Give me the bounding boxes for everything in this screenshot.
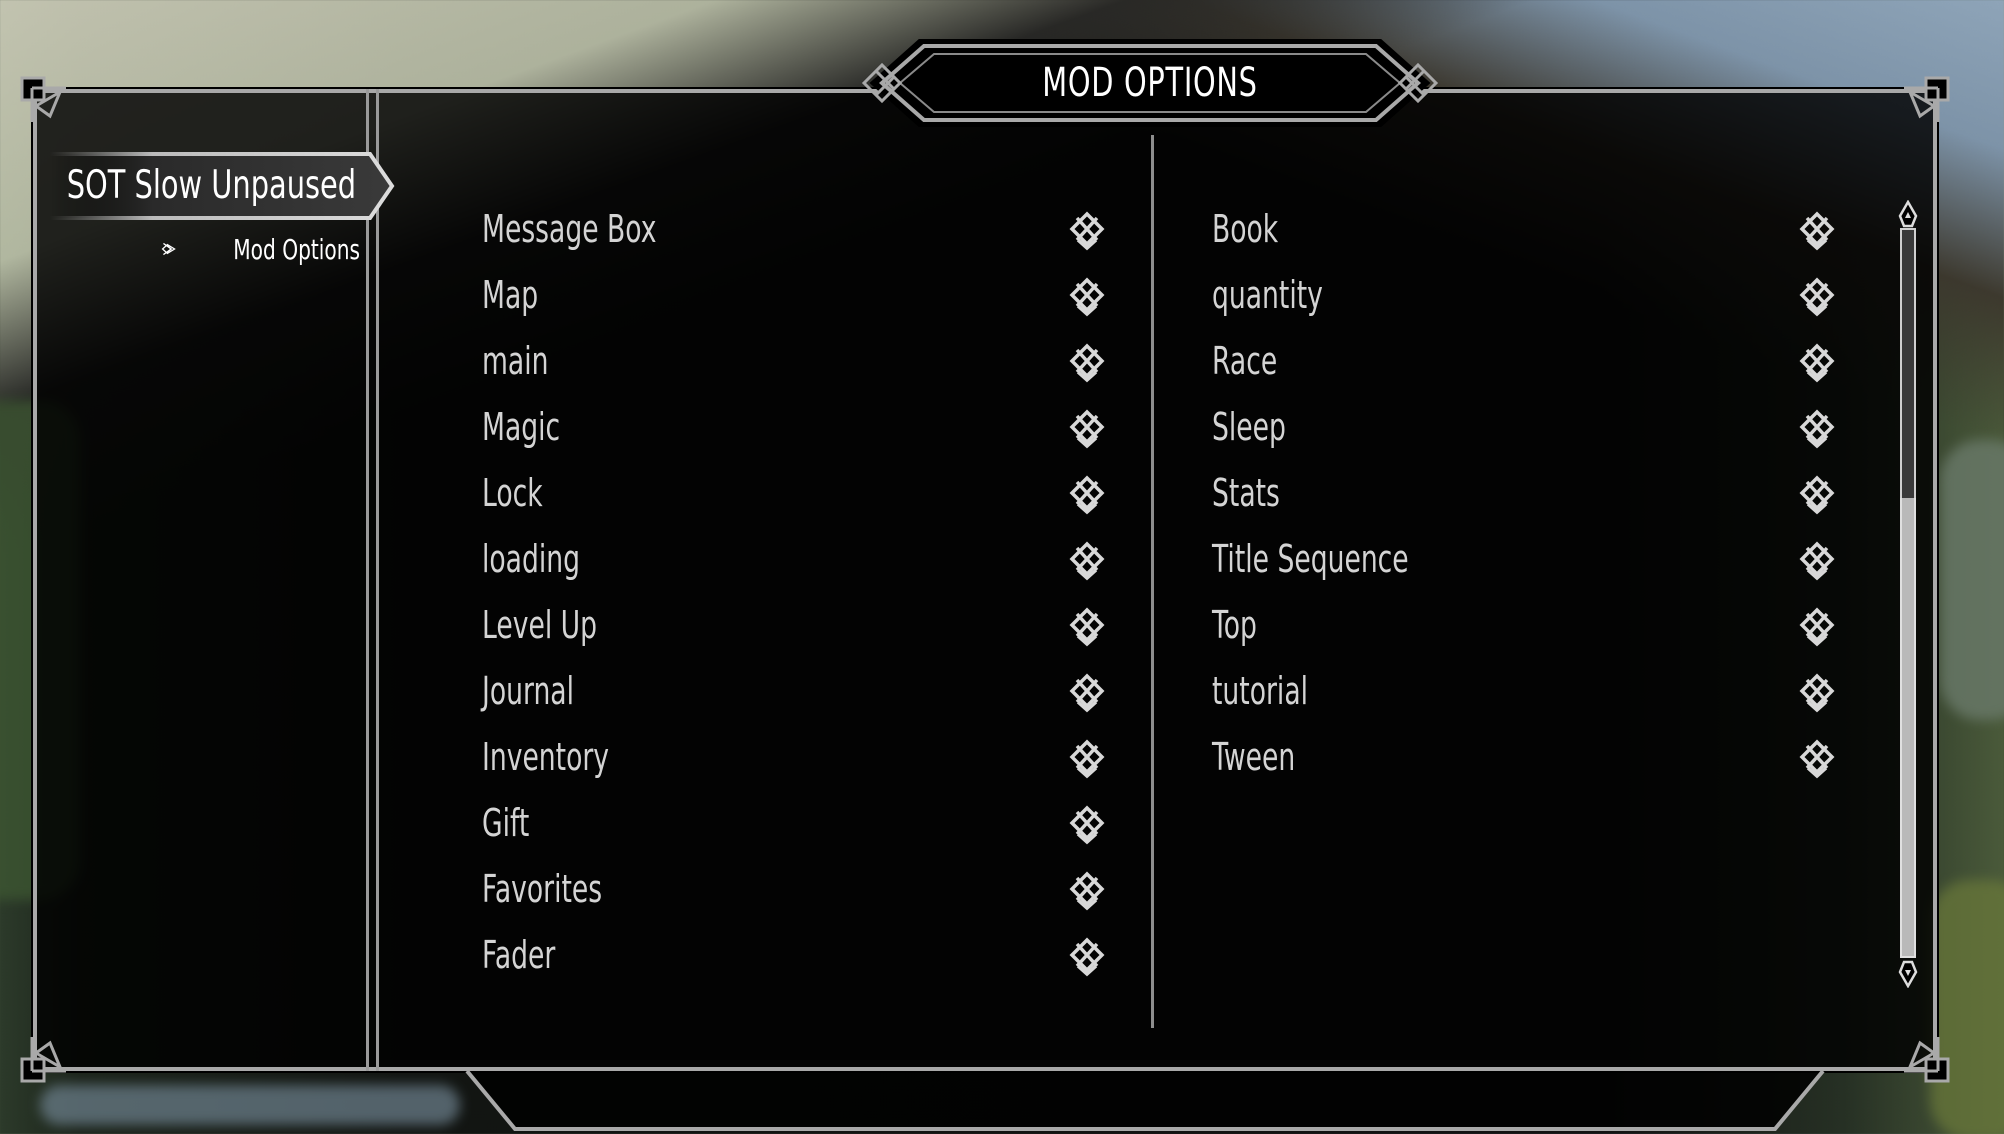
background-streak <box>40 1085 460 1125</box>
option-label: Inventory <box>482 735 610 779</box>
knot-diamond-icon <box>1799 607 1835 647</box>
option-label: Top <box>1212 603 1257 647</box>
knot-diamond-icon <box>1069 541 1105 581</box>
option-row-inventory[interactable]: Inventory <box>482 724 1112 790</box>
option-label: Favorites <box>482 867 603 911</box>
option-row-top[interactable]: Top <box>1212 592 1842 658</box>
knot-diamond-icon <box>1799 475 1835 515</box>
mod-list-item-selected[interactable]: SOT Slow Unpaused <box>50 150 396 222</box>
knot-diamond-icon <box>1069 475 1105 515</box>
option-row-tween[interactable]: Tween <box>1212 724 1842 790</box>
option-row-loading[interactable]: loading <box>482 526 1112 592</box>
option-label: tutorial <box>1212 669 1309 713</box>
option-label: Fader <box>482 933 556 977</box>
background-streak <box>1940 440 2004 720</box>
page-title: MOD OPTIONS <box>1042 60 1258 106</box>
knot-diamond-icon <box>1799 673 1835 713</box>
option-label: Message Box <box>482 207 657 251</box>
option-label: quantity <box>1212 273 1323 317</box>
knot-diamond-icon <box>1069 277 1105 317</box>
knot-diamond-icon <box>1799 277 1835 317</box>
knot-diamond-icon <box>1069 805 1105 845</box>
knot-diamond-icon <box>1069 871 1105 911</box>
knot-diamond-icon <box>1069 607 1105 647</box>
knot-diamond-icon <box>1799 739 1835 779</box>
option-label: Tween <box>1212 735 1296 779</box>
option-row-tutorial[interactable]: tutorial <box>1212 658 1842 724</box>
knot-diamond-icon <box>1799 211 1835 251</box>
knot-diamond-icon <box>1799 343 1835 383</box>
option-row-map[interactable]: Map <box>482 262 1112 328</box>
knot-diamond-icon <box>1069 739 1105 779</box>
knot-diamond-icon <box>1069 937 1105 977</box>
bottom-frame-extension <box>465 1071 1825 1131</box>
option-label: Magic <box>482 405 561 449</box>
scrollbar[interactable] <box>1898 200 1918 990</box>
option-label: Title Sequence <box>1212 537 1409 581</box>
option-row-message-box[interactable]: Message Box <box>482 196 1112 262</box>
knot-diamond-icon <box>1069 409 1105 449</box>
corner-ornament-icon <box>20 1037 66 1083</box>
option-label: Gift <box>482 801 530 845</box>
knot-diamond-icon <box>1799 541 1835 581</box>
corner-ornament-icon <box>1904 76 1950 122</box>
option-label: Book <box>1212 207 1279 251</box>
option-row-stats[interactable]: Stats <box>1212 460 1842 526</box>
knot-diamond-icon <box>1069 343 1105 383</box>
option-row-level-up[interactable]: Level Up <box>482 592 1112 658</box>
option-label: Lock <box>482 471 543 515</box>
scroll-thumb[interactable] <box>1900 228 1916 498</box>
sidebar-divider <box>376 89 379 1071</box>
option-row-quantity[interactable]: quantity <box>1212 262 1842 328</box>
knot-diamond-icon <box>1069 673 1105 713</box>
selected-mod-name: SOT Slow Unpaused <box>66 163 356 208</box>
option-row-gift[interactable]: Gift <box>482 790 1112 856</box>
option-row-journal[interactable]: Journal <box>482 658 1112 724</box>
option-row-magic[interactable]: Magic <box>482 394 1112 460</box>
options-column-left: Message Box Map main Magic Lock loading … <box>482 196 1112 988</box>
background-streak <box>1930 880 2004 1134</box>
knot-diamond-icon <box>1799 409 1835 449</box>
option-label: main <box>482 339 549 383</box>
scroll-up-arrow-icon[interactable] <box>1898 200 1918 228</box>
scroll-down-arrow-icon[interactable] <box>1898 960 1918 988</box>
knot-arrow-icon <box>161 242 176 256</box>
option-row-book[interactable]: Book <box>1212 196 1842 262</box>
knot-diamond-icon <box>1069 211 1105 251</box>
option-label: Sleep <box>1212 405 1286 449</box>
option-row-favorites[interactable]: Favorites <box>482 856 1112 922</box>
option-row-lock[interactable]: Lock <box>482 460 1112 526</box>
corner-ornament-icon <box>1904 1037 1950 1083</box>
option-label: Level Up <box>482 603 598 647</box>
option-row-main[interactable]: main <box>482 328 1112 394</box>
header: MOD OPTIONS <box>860 38 1440 128</box>
column-divider <box>1151 135 1154 1028</box>
option-row-fader[interactable]: Fader <box>482 922 1112 988</box>
page-item-label: Mod Options <box>233 232 360 266</box>
sidebar-divider <box>366 89 369 1071</box>
option-label: Stats <box>1212 471 1280 515</box>
option-row-sleep[interactable]: Sleep <box>1212 394 1842 460</box>
option-label: Race <box>1212 339 1278 383</box>
options-column-right: Book quantity Race Sleep Stats Title Seq… <box>1212 196 1842 790</box>
corner-ornament-icon <box>20 76 66 122</box>
option-label: Journal <box>482 669 575 713</box>
option-row-race[interactable]: Race <box>1212 328 1842 394</box>
option-label: Map <box>482 273 539 317</box>
option-row-title-sequence[interactable]: Title Sequence <box>1212 526 1842 592</box>
option-label: loading <box>482 537 580 581</box>
page-item-mod-options[interactable]: Mod Options <box>160 226 360 272</box>
